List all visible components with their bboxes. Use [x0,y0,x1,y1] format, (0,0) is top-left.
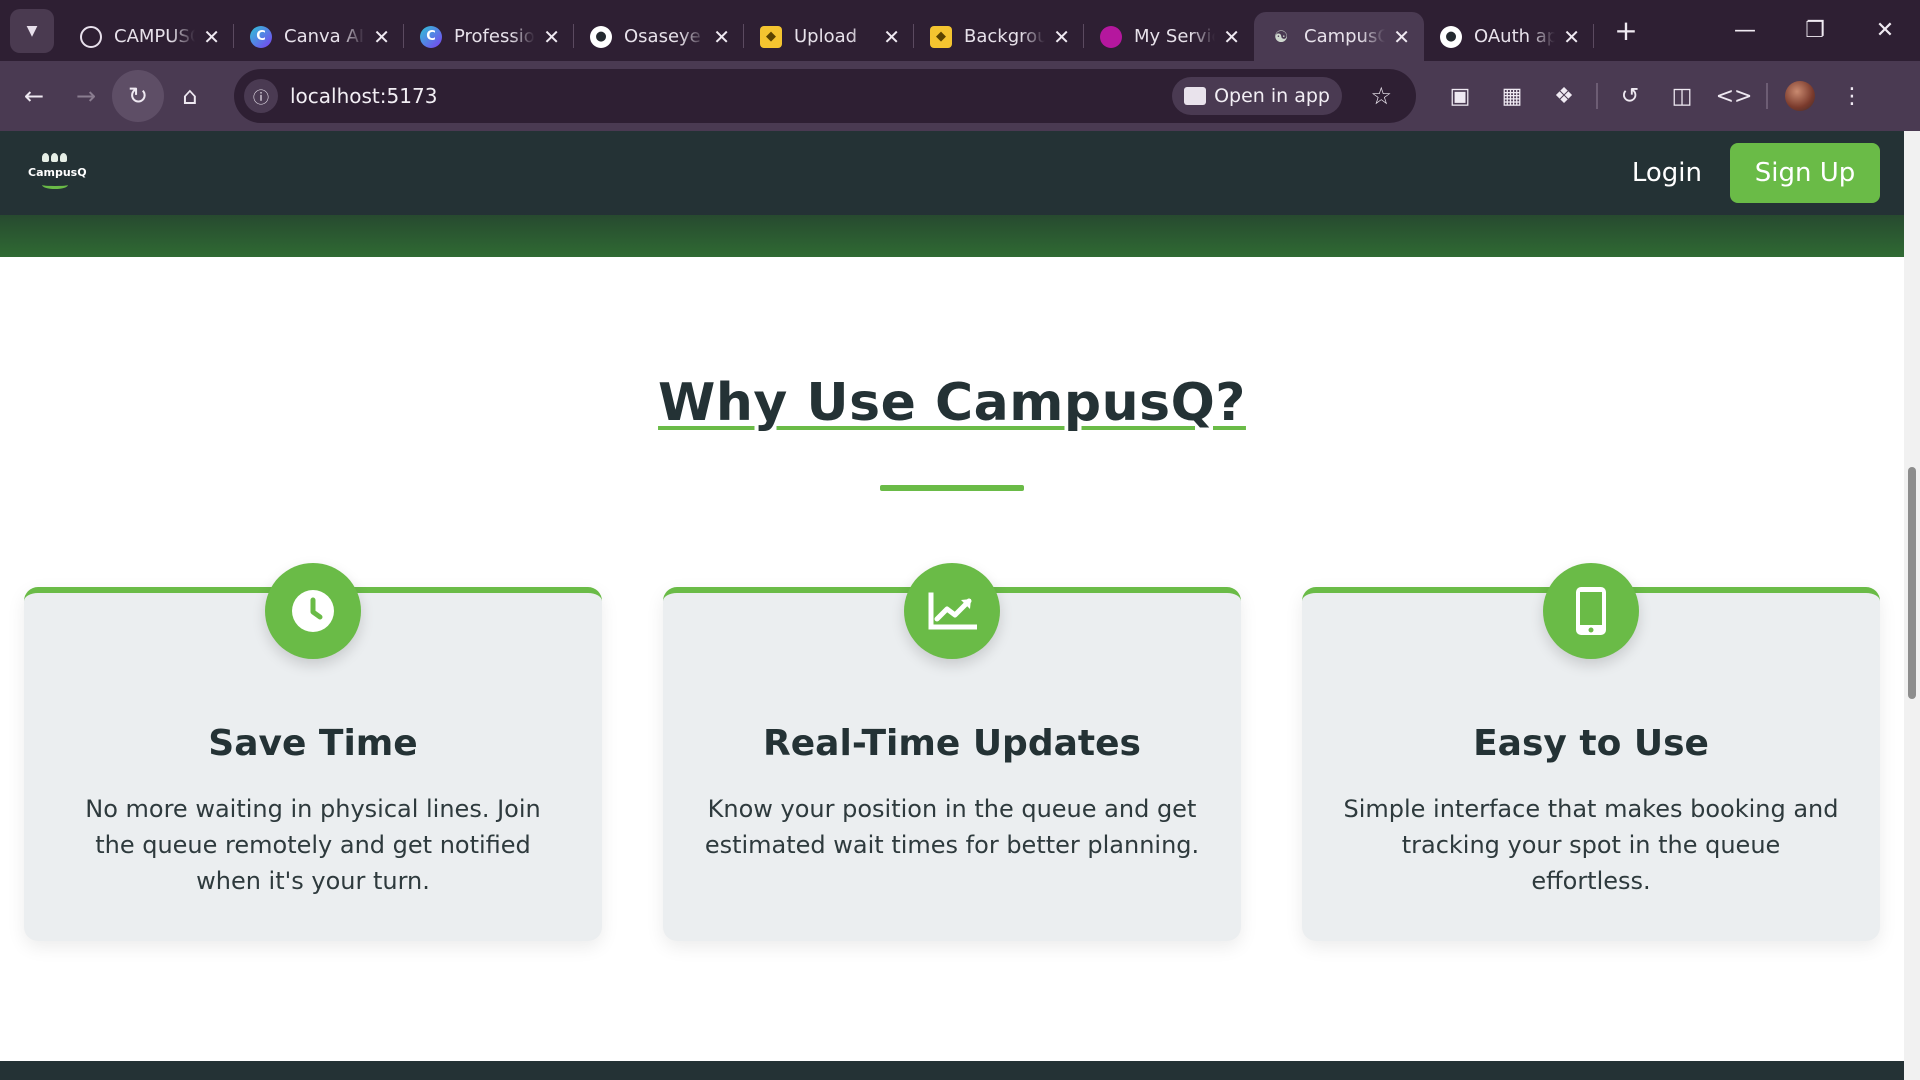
extension-image-icon[interactable]: ▣ [1434,70,1486,122]
browser-tab-active[interactable]: ☯ CampusQ ✕ [1254,12,1424,61]
openai-icon [80,25,102,48]
feature-description: Know your position in the queue and get … [704,795,1200,859]
tab-title: Canva AI [284,26,365,47]
feature-title: Real-Time Updates [763,723,1141,764]
login-link[interactable]: Login [1632,158,1702,188]
device-toolbar-icon[interactable]: ◫ [1656,70,1708,122]
canva-icon: C [250,25,272,48]
back-arrow-icon[interactable]: ← [8,70,60,122]
forward-arrow-icon[interactable]: → [60,70,112,122]
layers-icon: ◆ [930,25,952,48]
url-text[interactable]: localhost:5173 [290,84,437,108]
tab-title: Background [964,26,1046,47]
extensions-puzzle-icon[interactable]: ❖ [1538,70,1590,122]
campusq-icon: ☯ [1273,27,1289,46]
github-icon: ● [1440,25,1462,48]
site-info-icon[interactable]: ⓘ [244,79,278,113]
profile-avatar[interactable] [1774,70,1826,122]
close-icon[interactable]: ✕ [543,25,560,49]
tab-title: CampusQ [1304,26,1386,47]
page-viewport: CampusQ Login Sign Up Why Use CampusQ? S… [0,131,1920,1080]
feature-card-easy-to-use: Easy to Use Simple interface that makes … [1302,563,1880,941]
open-in-app-label: Open in app [1214,85,1330,107]
extension-excel-icon[interactable]: ▦ [1486,70,1538,122]
browser-tab[interactable]: ● Osaseye ✕ [574,12,744,61]
close-icon[interactable]: ✕ [203,25,220,49]
close-icon[interactable]: ✕ [1393,25,1410,49]
minimize-icon[interactable]: — [1710,0,1780,61]
layers-icon: ◆ [760,25,782,48]
browser-toolbar: ← → ↻ ⌂ ⓘ localhost:5173 Open in app ☆ ▣… [0,61,1920,131]
home-icon[interactable]: ⌂ [164,70,216,122]
feature-description: Simple interface that makes booking and … [1343,795,1839,895]
site-navbar: CampusQ Login Sign Up [0,131,1904,215]
tab-search-button[interactable]: ▼ [10,8,54,53]
browser-tab[interactable]: ● OAuth apps ✕ [1424,12,1594,61]
close-window-icon[interactable]: ✕ [1850,0,1920,61]
signup-button[interactable]: Sign Up [1730,143,1880,203]
tab-title: My Services [1134,26,1215,47]
browser-tab[interactable]: My Services ✕ [1084,12,1254,61]
address-bar[interactable]: ⓘ localhost:5173 Open in app ☆ [234,69,1416,123]
browser-tab[interactable]: CAMPUSQ ✕ [64,12,234,61]
devtools-code-icon[interactable]: <> [1708,70,1760,122]
app-icon [1100,25,1122,48]
new-tab-button[interactable]: + [1606,14,1646,47]
feature-card-real-time-updates: Real-Time Updates Know your position in … [663,563,1241,941]
tab-title: Osaseye [624,26,701,47]
open-in-app-button[interactable]: Open in app [1172,77,1342,115]
restore-icon[interactable]: ❐ [1780,0,1850,61]
page-scrollbar[interactable] [1904,131,1920,1080]
canva-icon: C [420,25,442,48]
campusq-logo[interactable]: CampusQ [28,153,87,193]
clock-icon [265,563,361,659]
feature-description: No more waiting in physical lines. Join … [85,795,541,895]
browser-tab[interactable]: ◆ Background ✕ [914,12,1084,61]
logo-text: CampusQ [28,166,87,179]
footer-top-edge [0,1061,1904,1080]
close-icon[interactable]: ✕ [373,25,390,49]
title-underline-bar [880,485,1024,491]
section-title: Why Use CampusQ? [0,373,1904,433]
github-icon: ● [590,25,612,48]
toolbar-actions: ▣ ▦ ❖ ↺ ◫ <> ⋮ [1434,70,1878,122]
close-icon[interactable]: ✕ [713,25,730,49]
toolbar-divider [1596,83,1598,109]
tab-title: Professional [454,26,535,47]
more-menu-icon[interactable]: ⋮ [1826,70,1878,122]
hero-section-bottom [0,215,1904,257]
browser-tab[interactable]: C Canva AI ✕ [234,12,404,61]
tab-strip: CAMPUSQ ✕ C Canva AI ✕ C Professional ✕ … [64,0,1646,61]
mobile-icon [1543,563,1639,659]
feature-title: Save Time [208,723,418,764]
window-controls: — ❐ ✕ [1710,0,1920,61]
close-icon[interactable]: ✕ [1223,25,1240,49]
chevron-down-icon: ▼ [26,22,38,39]
people-icon [42,153,67,162]
feature-card-save-time: Save Time No more waiting in physical li… [24,563,602,941]
browser-tab[interactable]: ◆ Upload ✕ [744,12,914,61]
app-window-icon [1184,87,1207,105]
tab-title: OAuth apps [1474,26,1556,47]
feature-title: Easy to Use [1473,723,1709,764]
toolbar-divider [1766,83,1768,109]
bookmark-star-icon[interactable]: ☆ [1370,82,1392,110]
browser-tab[interactable]: C Professional ✕ [404,12,574,61]
chart-line-icon [904,563,1000,659]
browser-tab-bar: ▼ CAMPUSQ ✕ C Canva AI ✕ C Professional … [0,0,1920,61]
close-icon[interactable]: ✕ [1563,25,1580,49]
section-title-text: Why Use CampusQ? [658,373,1246,433]
tab-title: Upload [794,26,858,47]
close-icon[interactable]: ✕ [883,25,900,49]
reload-icon[interactable]: ↻ [112,70,164,122]
history-icon[interactable]: ↺ [1604,70,1656,122]
close-icon[interactable]: ✕ [1053,25,1070,49]
scrollbar-thumb[interactable] [1908,467,1916,699]
tab-title: CAMPUSQ [114,26,196,47]
nav-links: Login Sign Up [1632,143,1880,203]
